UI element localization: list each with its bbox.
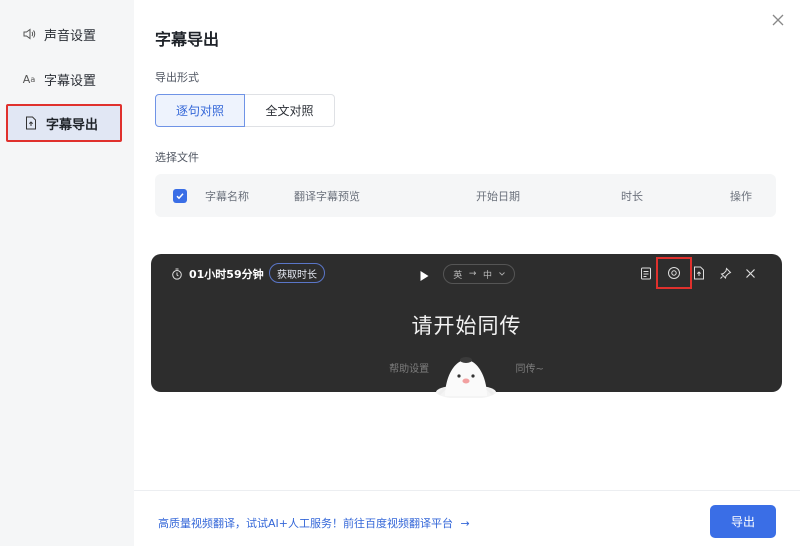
file-table-header: 字幕名称 翻译字幕预览 开始日期 时长 操作 bbox=[155, 174, 776, 217]
speaker-icon bbox=[22, 27, 36, 41]
format-full-text[interactable]: 全文对照 bbox=[245, 94, 335, 127]
target-language: 中 bbox=[483, 270, 493, 281]
transcript-icon[interactable] bbox=[638, 265, 654, 281]
sidebar: 声音设置 Aa 字幕设置 字幕导出 bbox=[0, 0, 134, 546]
mascot-illustration bbox=[431, 352, 501, 402]
interpretation-player: 01小时59分钟 获取时长 英 → 中 请开始同传 帮助设置 同传~ bbox=[151, 254, 782, 399]
export-button[interactable]: 导出 bbox=[710, 505, 776, 538]
arrow-right-icon: → bbox=[460, 517, 470, 530]
col-start-date: 开始日期 bbox=[476, 190, 520, 203]
page-title: 字幕导出 bbox=[155, 30, 220, 49]
sidebar-item-label: 字幕设置 bbox=[44, 73, 97, 89]
sidebar-item-label: 字幕导出 bbox=[46, 117, 99, 133]
sidebar-item-subtitle-settings[interactable]: Aa 字幕设置 bbox=[6, 60, 122, 98]
format-sentence-by-sentence[interactable]: 逐句对照 bbox=[155, 94, 245, 127]
font-icon: Aa bbox=[22, 72, 36, 86]
col-subtitle-name: 字幕名称 bbox=[205, 190, 249, 203]
export-format-selector: 逐句对照 全文对照 bbox=[155, 94, 335, 127]
main-panel: 字幕导出 导出形式 逐句对照 全文对照 选择文件 字幕名称 翻译字幕预览 开始日… bbox=[134, 0, 800, 546]
close-icon[interactable] bbox=[742, 265, 758, 281]
select-all-checkbox[interactable] bbox=[173, 189, 187, 203]
start-interpreting-prompt: 请开始同传 bbox=[411, 314, 522, 338]
timer-value: 01小时59分钟 bbox=[189, 268, 264, 281]
hint-text-right: 同传~ bbox=[515, 364, 544, 375]
select-file-label: 选择文件 bbox=[155, 151, 199, 164]
language-selector[interactable]: 英 → 中 bbox=[443, 264, 515, 284]
settings-icon[interactable] bbox=[666, 265, 682, 281]
close-icon[interactable] bbox=[770, 12, 786, 28]
promo-link[interactable]: 高质量视频翻译，试试AI+人工服务！前往百度视频翻译平台 → bbox=[158, 515, 470, 531]
get-duration-button[interactable]: 获取时长 bbox=[269, 263, 325, 283]
stopwatch-icon bbox=[171, 268, 183, 280]
col-actions: 操作 bbox=[730, 190, 752, 203]
sidebar-item-label: 声音设置 bbox=[44, 28, 97, 44]
sidebar-item-subtitle-export[interactable]: 字幕导出 bbox=[6, 104, 122, 142]
play-icon[interactable] bbox=[419, 267, 429, 286]
timer: 01小时59分钟 bbox=[171, 266, 264, 282]
hint-text-left: 帮助设置 bbox=[389, 364, 430, 375]
col-translation-preview: 翻译字幕预览 bbox=[294, 190, 360, 203]
arrow-right-icon: → bbox=[468, 269, 477, 279]
chevron-down-icon bbox=[498, 269, 505, 279]
source-language: 英 bbox=[453, 270, 463, 281]
export-format-label: 导出形式 bbox=[155, 71, 199, 84]
export-file-icon bbox=[24, 116, 38, 130]
col-duration: 时长 bbox=[621, 190, 643, 203]
export-file-icon[interactable] bbox=[691, 265, 707, 281]
promo-text: 高质量视频翻译，试试AI+人工服务！前往百度视频翻译平台 bbox=[158, 517, 453, 530]
footer: 高质量视频翻译，试试AI+人工服务！前往百度视频翻译平台 → 导出 bbox=[134, 490, 800, 546]
pin-icon[interactable] bbox=[717, 265, 733, 281]
sidebar-item-sound-settings[interactable]: 声音设置 bbox=[6, 15, 122, 53]
